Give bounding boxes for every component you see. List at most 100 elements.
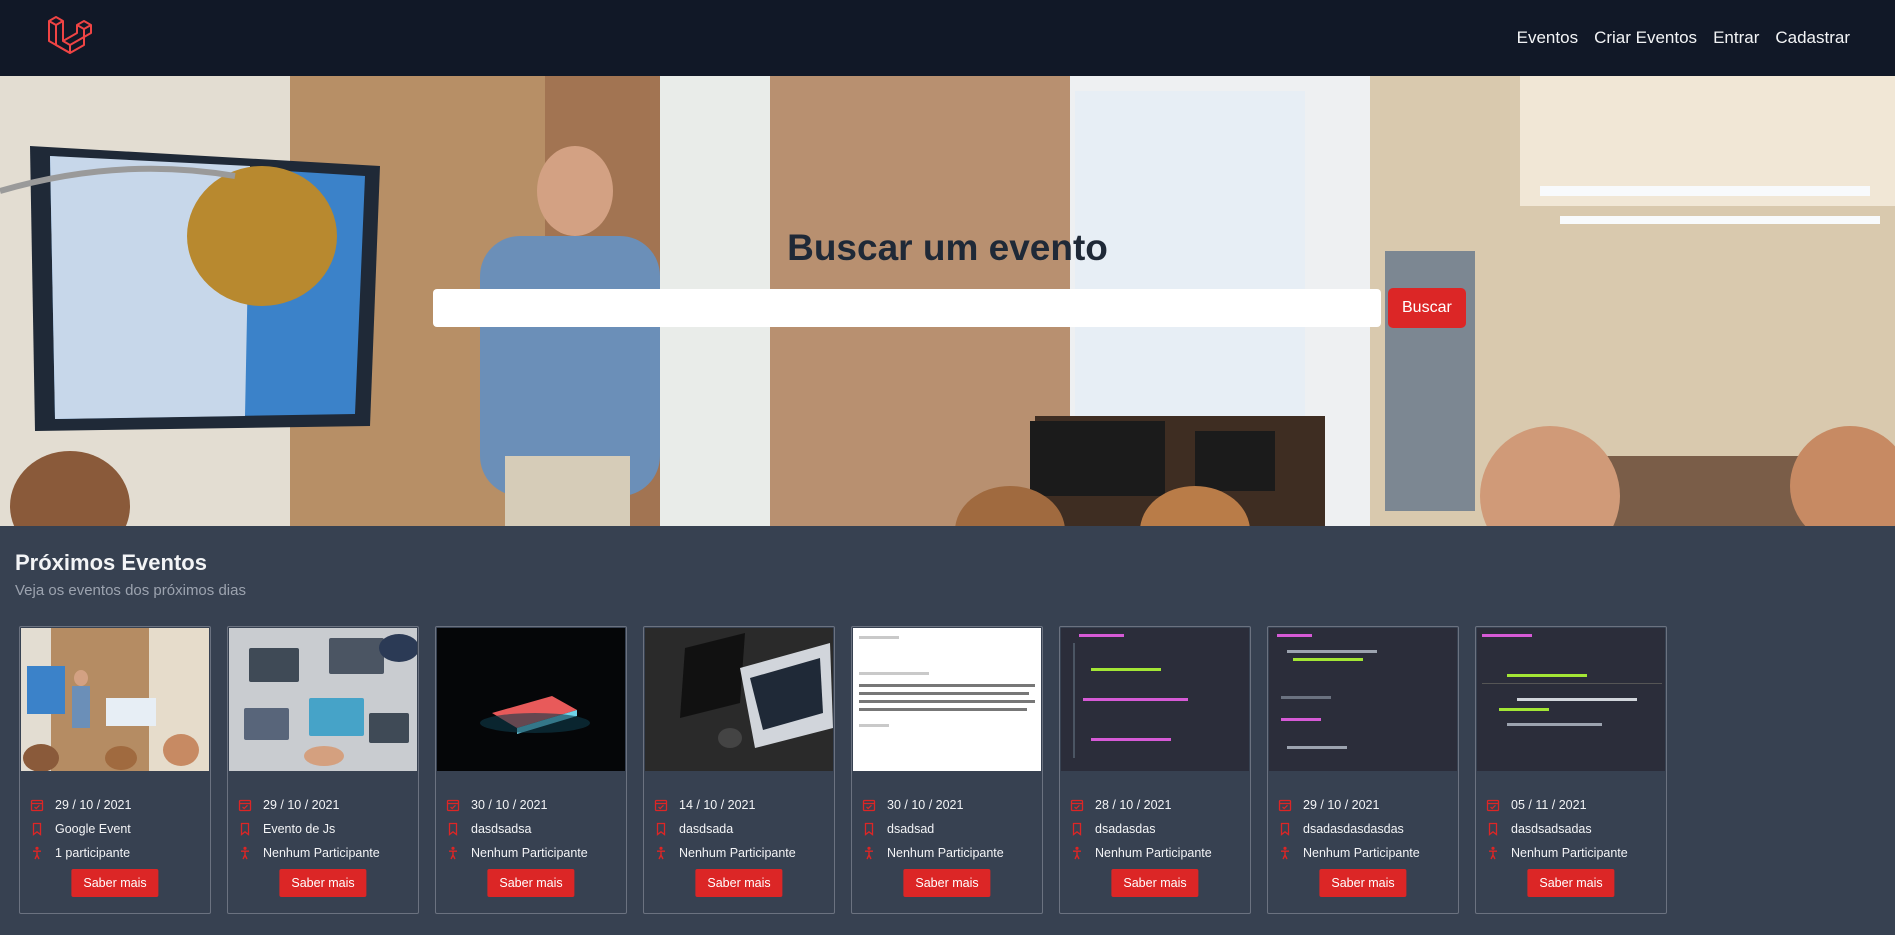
- event-thumbnail[interactable]: [1477, 628, 1665, 771]
- event-participants-text: Nenhum Participante: [471, 846, 588, 860]
- saber-mais-button[interactable]: Saber mais: [279, 869, 367, 897]
- event-date: 29 / 10 / 2021: [30, 793, 210, 817]
- event-participants-text: 1 participante: [55, 846, 131, 860]
- event-participants: 1 participante: [30, 841, 210, 865]
- event-thumbnail[interactable]: [1269, 628, 1457, 771]
- search-bar: Buscar: [433, 288, 1466, 328]
- event-thumbnail[interactable]: [853, 628, 1041, 771]
- event-participants: Nenhum Participante: [862, 841, 1042, 865]
- event-name-text: dasdsadsadas: [1511, 822, 1592, 836]
- event-name: dasdsadsa: [446, 817, 626, 841]
- event-participants: Nenhum Participante: [1278, 841, 1458, 865]
- event-thumbnail[interactable]: [645, 628, 833, 771]
- calendar-check-icon: [862, 799, 876, 812]
- event-date-text: 29 / 10 / 2021: [263, 798, 340, 812]
- event-date: 14 / 10 / 2021: [654, 793, 834, 817]
- event-participants-text: Nenhum Participante: [263, 846, 380, 860]
- bookmark-icon: [1072, 822, 1082, 836]
- upcoming-events-section: Próximos Eventos Veja os eventos dos pró…: [0, 526, 1895, 914]
- person-standing-icon: [657, 846, 665, 860]
- event-thumbnail[interactable]: [229, 628, 417, 771]
- event-name-text: dasdsada: [679, 822, 734, 836]
- event-date-text: 30 / 10 / 2021: [471, 798, 548, 812]
- event-participants: Nenhum Participante: [446, 841, 626, 865]
- nav-link-entrar[interactable]: Entrar: [1713, 28, 1759, 48]
- saber-mais-button[interactable]: Saber mais: [903, 869, 991, 897]
- person-standing-icon: [241, 846, 249, 860]
- bookmark-icon: [656, 822, 666, 836]
- event-date-text: 28 / 10 / 2021: [1095, 798, 1172, 812]
- event-thumbnail[interactable]: [437, 628, 625, 771]
- event-name-text: dsadasdasdasdas: [1303, 822, 1404, 836]
- calendar-check-icon: [1070, 799, 1084, 812]
- calendar-check-icon: [446, 799, 460, 812]
- event-date: 30 / 10 / 2021: [446, 793, 626, 817]
- event-card: 30 / 10 / 2021 dasdsadsa Nenhum Particip…: [435, 626, 627, 914]
- bookmark-icon: [1488, 822, 1498, 836]
- event-card: 30 / 10 / 2021 dsadsad Nenhum Participan…: [851, 626, 1043, 914]
- event-name-text: dasdsadsa: [471, 822, 532, 836]
- event-participants-text: Nenhum Participante: [1511, 846, 1628, 860]
- event-name: dsadsad: [862, 817, 1042, 841]
- event-info: 30 / 10 / 2021 dasdsadsa Nenhum Particip…: [436, 771, 626, 865]
- event-info: 28 / 10 / 2021 dsadasdas Nenhum Particip…: [1060, 771, 1250, 865]
- event-name: dasdsada: [654, 817, 834, 841]
- nav-link-criar-eventos[interactable]: Criar Eventos: [1594, 28, 1697, 48]
- event-thumbnail[interactable]: [21, 628, 209, 771]
- event-participants-text: Nenhum Participante: [1095, 846, 1212, 860]
- event-cards: 29 / 10 / 2021 Google Event 1 participan…: [15, 626, 1880, 914]
- calendar-check-icon: [1278, 799, 1292, 812]
- calendar-check-icon: [1486, 799, 1500, 812]
- saber-mais-button[interactable]: Saber mais: [71, 869, 159, 897]
- event-participants-text: Nenhum Participante: [1303, 846, 1420, 860]
- person-standing-icon: [865, 846, 873, 860]
- event-card: 29 / 10 / 2021 Google Event 1 participan…: [19, 626, 211, 914]
- event-participants-text: Nenhum Participante: [679, 846, 796, 860]
- calendar-check-icon: [30, 799, 44, 812]
- search-input[interactable]: [433, 289, 1381, 327]
- event-participants: Nenhum Participante: [654, 841, 834, 865]
- event-info: 30 / 10 / 2021 dsadsad Nenhum Participan…: [852, 771, 1042, 865]
- calendar-check-icon: [654, 799, 668, 812]
- hero-title: Buscar um evento: [787, 227, 1108, 268]
- event-name: Evento de Js: [238, 817, 418, 841]
- bookmark-icon: [864, 822, 874, 836]
- event-date-text: 29 / 10 / 2021: [55, 798, 132, 812]
- event-name-text: Google Event: [55, 822, 131, 836]
- person-standing-icon: [1489, 846, 1497, 860]
- event-card: 05 / 11 / 2021 dasdsadsadas Nenhum Parti…: [1475, 626, 1667, 914]
- saber-mais-button[interactable]: Saber mais: [487, 869, 575, 897]
- laravel-logo-icon[interactable]: [45, 13, 95, 63]
- event-date: 29 / 10 / 2021: [238, 793, 418, 817]
- nav-link-cadastrar[interactable]: Cadastrar: [1775, 28, 1850, 48]
- event-participants: Nenhum Participante: [238, 841, 418, 865]
- event-name: dsadasdasdasdas: [1278, 817, 1458, 841]
- search-button[interactable]: Buscar: [1388, 288, 1466, 328]
- event-name-text: dsadasdas: [1095, 822, 1156, 836]
- saber-mais-button[interactable]: Saber mais: [1111, 869, 1199, 897]
- event-card: 29 / 10 / 2021 dsadasdasdasdas Nenhum Pa…: [1267, 626, 1459, 914]
- event-card: 29 / 10 / 2021 Evento de Js Nenhum Parti…: [227, 626, 419, 914]
- event-info: 05 / 11 / 2021 dasdsadsadas Nenhum Parti…: [1476, 771, 1666, 865]
- event-date: 05 / 11 / 2021: [1486, 793, 1666, 817]
- saber-mais-button[interactable]: Saber mais: [695, 869, 783, 897]
- event-info: 14 / 10 / 2021 dasdsada Nenhum Participa…: [644, 771, 834, 865]
- event-date-text: 29 / 10 / 2021: [1303, 798, 1380, 812]
- event-date: 28 / 10 / 2021: [1070, 793, 1250, 817]
- event-participants-text: Nenhum Participante: [887, 846, 1004, 860]
- bookmark-icon: [32, 822, 42, 836]
- nav-link-eventos[interactable]: Eventos: [1517, 28, 1578, 48]
- nav-links: Eventos Criar Eventos Entrar Cadastrar: [1517, 28, 1850, 48]
- event-participants: Nenhum Participante: [1070, 841, 1250, 865]
- event-info: 29 / 10 / 2021 dsadasdasdasdas Nenhum Pa…: [1268, 771, 1458, 865]
- event-date-text: 30 / 10 / 2021: [887, 798, 964, 812]
- event-name: Google Event: [30, 817, 210, 841]
- event-card: 28 / 10 / 2021 dsadasdas Nenhum Particip…: [1059, 626, 1251, 914]
- saber-mais-button[interactable]: Saber mais: [1319, 869, 1407, 897]
- event-date: 30 / 10 / 2021: [862, 793, 1042, 817]
- saber-mais-button[interactable]: Saber mais: [1527, 869, 1615, 897]
- event-info: 29 / 10 / 2021 Google Event 1 participan…: [20, 771, 210, 865]
- hero-banner: Buscar um evento Buscar: [0, 76, 1895, 526]
- event-thumbnail[interactable]: [1061, 628, 1249, 771]
- event-participants: Nenhum Participante: [1486, 841, 1666, 865]
